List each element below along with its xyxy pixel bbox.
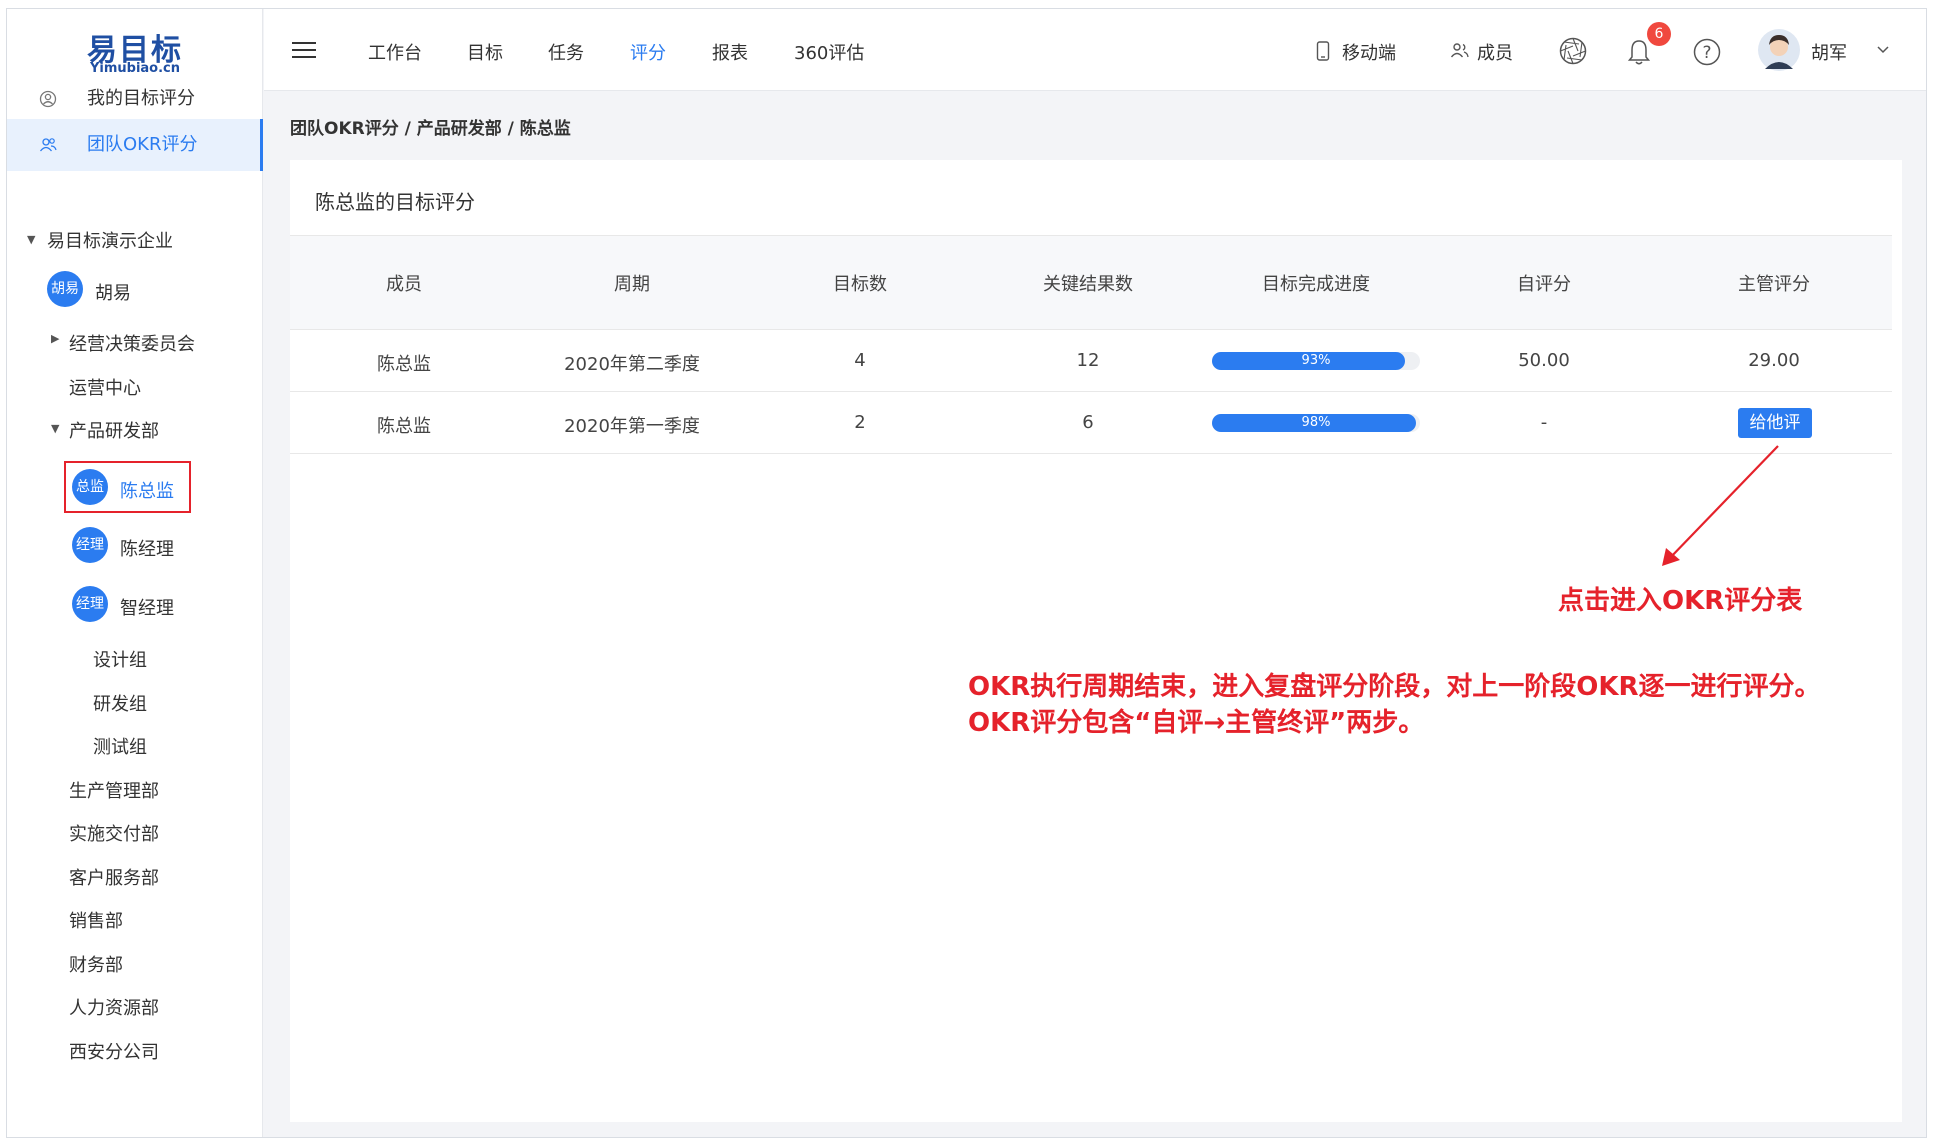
hamburger-menu-icon[interactable] [292,42,316,60]
tree-leader-name[interactable]: 胡易 [95,279,131,305]
cell-key-results: 12 [1076,350,1100,371]
cell-objectives: 4 [854,350,866,371]
tree-dept[interactable]: 实施交付部 [69,820,159,846]
tree-dept[interactable]: 产品研发部 [69,417,159,443]
menu-team-okr-score[interactable]: 团队OKR评分 [7,119,263,171]
members-icon [1450,43,1469,58]
nav-workbench[interactable]: 工作台 [368,39,422,65]
cell-member: 陈总监 [377,416,431,437]
tree-member[interactable]: 陈经理 [120,535,174,561]
mobile-link[interactable]: 移动端 [1342,39,1396,65]
cell-self-score: - [1540,412,1548,433]
sidebar: 易目标 Yimubiao.cn 我的目标评分 团队OKR评分 ▼ 易目标演示企业… [7,9,263,1137]
table-header: 成员 周期 目标数 关键结果数 目标完成进度 自评分 主管评分 [290,236,1892,330]
column-header: 目标完成进度 [1262,274,1370,295]
table-row[interactable]: 陈总监 2020年第二季度 4 12 93% 50.00 29.00 [290,330,1892,392]
cell-self-score: 50.00 [1518,350,1570,371]
column-header: 关键结果数 [1043,274,1133,295]
tree-dept[interactable]: 客户服务部 [69,864,159,890]
annotation-arrow-label: 点击进入OKR评分表 [1558,586,1803,616]
avatar: 总监 [72,469,108,505]
notification-count-badge: 6 [1647,22,1671,46]
tree-dept[interactable]: 经营决策委员会 [69,330,195,356]
progress-label: 98% [1301,415,1331,430]
nav-reports[interactable]: 报表 [712,39,748,65]
tree-group[interactable]: 研发组 [93,690,147,716]
aperture-icon[interactable] [1558,36,1588,66]
card-title: 陈总监的目标评分 [315,190,475,214]
chevron-down-icon[interactable] [1876,45,1890,55]
tree-dept[interactable]: 人力资源部 [69,994,159,1020]
score-card: 陈总监的目标评分 成员 周期 目标数 关键结果数 目标完成进度 自评分 主管评分… [290,160,1902,1122]
cell-period: 2020年第二季度 [564,354,700,375]
tree-group[interactable]: 测试组 [93,733,147,759]
mobile-icon [1316,41,1330,61]
progress-label: 93% [1301,353,1331,368]
cell-manager-score: 29.00 [1748,350,1800,371]
bell-icon[interactable] [1627,38,1651,66]
annotation-note-line1: OKR执行周期结束，进入复盘评分阶段，对上一阶段OKR逐一进行评分。 [968,672,1821,702]
caret-right-icon[interactable]: ▶ [51,332,59,345]
cell-key-results: 6 [1082,412,1094,433]
column-header: 成员 [386,274,422,295]
top-header: 工作台 目标 任务 评分 报表 360评估 移动端 成员 6 ? 胡军 [264,9,1926,91]
tree-member-selected[interactable]: 陈总监 [120,477,174,503]
tree-dept[interactable]: 生产管理部 [69,777,159,803]
annotation-note-line2: OKR评分包含“自评→主管终评”两步。 [968,708,1425,738]
progress-bar: 98% [1212,414,1420,432]
menu-my-goal-score[interactable]: 我的目标评分 [7,73,263,125]
svg-text:?: ? [1702,43,1711,63]
cell-member: 陈总监 [377,354,431,375]
tree-member[interactable]: 智经理 [120,594,174,620]
caret-down-icon[interactable]: ▼ [27,233,35,246]
column-header: 目标数 [833,274,887,295]
cell-period: 2020年第一季度 [564,416,700,437]
team-icon [39,138,57,152]
nav-scoring[interactable]: 评分 [630,39,666,65]
tree-dept[interactable]: 销售部 [69,907,123,933]
tree-dept[interactable]: 财务部 [69,951,123,977]
progress-bar: 93% [1212,352,1420,370]
user-name[interactable]: 胡军 [1811,39,1847,65]
user-avatar[interactable] [1758,29,1800,71]
menu-label: 我的目标评分 [87,88,195,109]
column-header: 自评分 [1517,274,1571,295]
tree-dept[interactable]: 西安分公司 [69,1038,159,1064]
members-link[interactable]: 成员 [1477,39,1513,65]
nav-tasks[interactable]: 任务 [548,39,584,65]
tree-dept[interactable]: 运营中心 [69,374,141,400]
nav-360-review[interactable]: 360评估 [794,39,864,65]
caret-down-icon[interactable]: ▼ [51,422,59,435]
avatar: 经理 [72,527,108,563]
menu-label: 团队OKR评分 [87,134,198,155]
nav-goals[interactable]: 目标 [467,39,503,65]
avatar: 经理 [72,586,108,622]
rate-him-button[interactable]: 给他评 [1738,408,1812,438]
column-header: 周期 [614,274,650,295]
tree-company[interactable]: 易目标演示企业 [47,227,173,253]
cell-objectives: 2 [854,412,866,433]
tree-group[interactable]: 设计组 [93,646,147,672]
help-icon[interactable]: ? [1692,37,1722,67]
avatar: 胡易 [47,271,83,307]
annotation-arrow [1662,445,1779,566]
user-circle-icon [39,90,57,108]
breadcrumb: 团队OKR评分 / 产品研发部 / 陈总监 [290,119,571,139]
column-header: 主管评分 [1738,274,1810,295]
